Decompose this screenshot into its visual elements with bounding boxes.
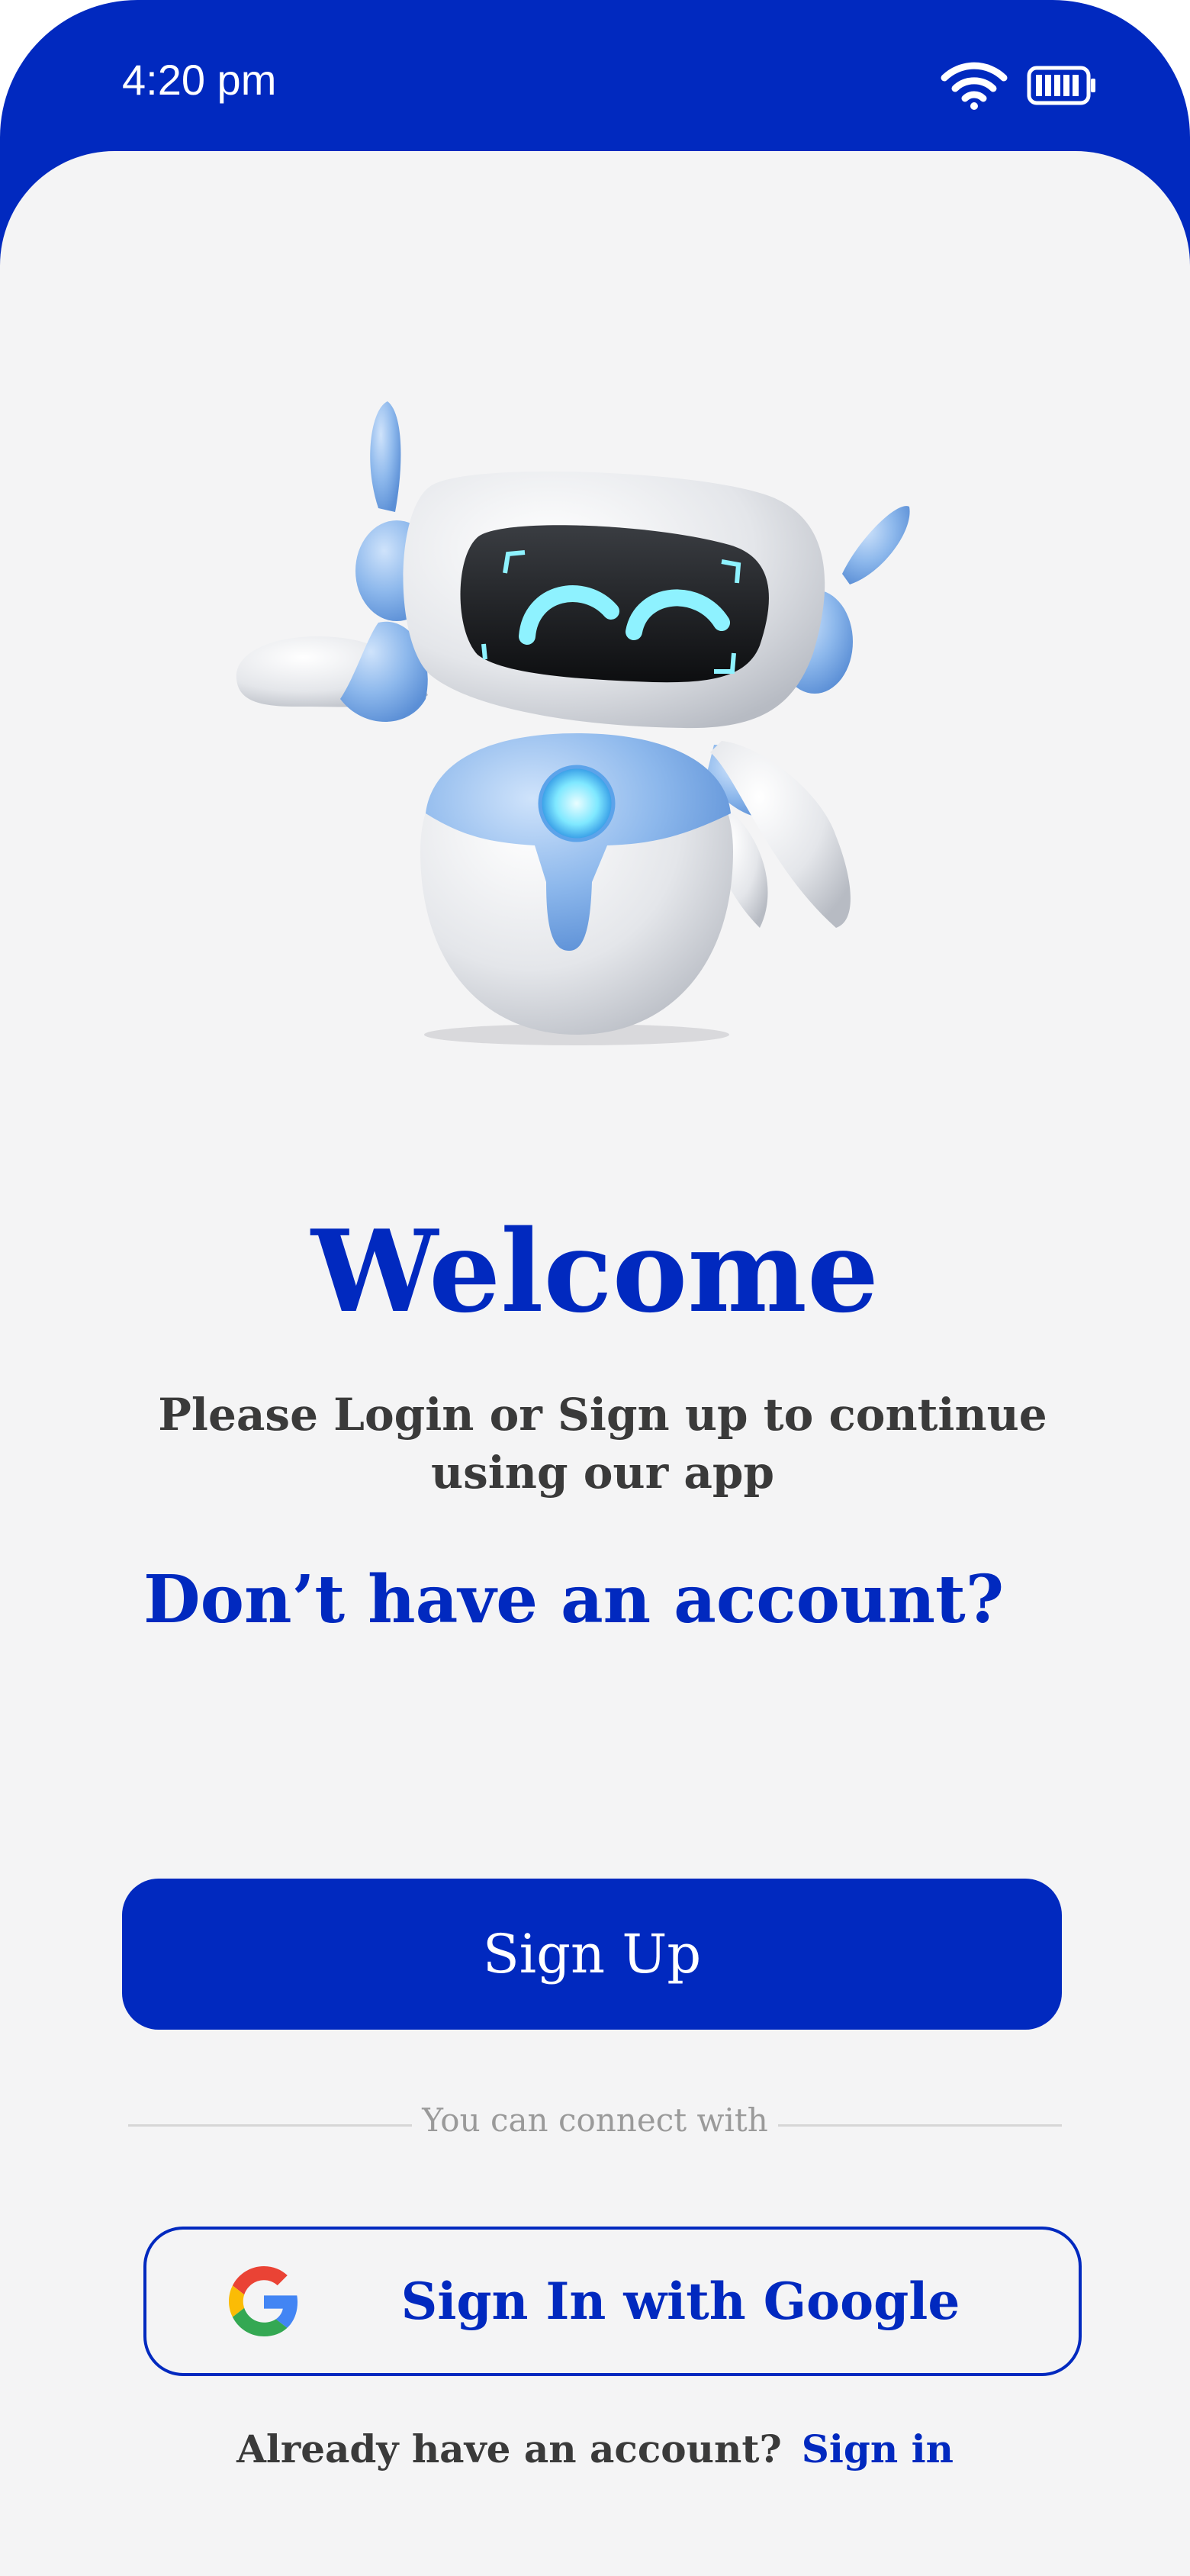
google-sign-in-label: Sign In with Google: [400, 2272, 960, 2331]
no-account-heading: Don’t have an account?: [143, 1561, 1005, 1638]
divider-line-right: [778, 2124, 1062, 2127]
robot-mascot-illustration: [236, 401, 910, 1045]
main-content: Welcome Please Login or Sign up to conti…: [0, 151, 1190, 2576]
welcome-title: Welcome: [310, 1205, 880, 1338]
google-icon: [229, 2266, 298, 2336]
status-time: 4:20 pm: [122, 56, 277, 104]
divider-line-left: [128, 2124, 412, 2127]
divider-text: You can connect with: [422, 2101, 768, 2139]
welcome-subtitle: Please Login or Sign up to continue usin…: [158, 1389, 1047, 1499]
sign-in-link[interactable]: Sign in: [802, 2426, 954, 2471]
sign-up-button[interactable]: Sign Up: [122, 1879, 1062, 2030]
phone-screen: 4:20 pm Welcome Please Login or Sign up …: [0, 0, 1190, 2576]
footer-prompt: Already have an account? Sign in: [0, 2426, 1190, 2471]
google-sign-in-button[interactable]: Sign In with Google: [143, 2227, 1082, 2376]
wifi-icon: [941, 62, 1008, 110]
already-account-text: Already have an account?: [236, 2426, 782, 2471]
battery-icon: [1027, 66, 1095, 105]
status-bar: 4:20 pm: [0, 0, 1190, 153]
